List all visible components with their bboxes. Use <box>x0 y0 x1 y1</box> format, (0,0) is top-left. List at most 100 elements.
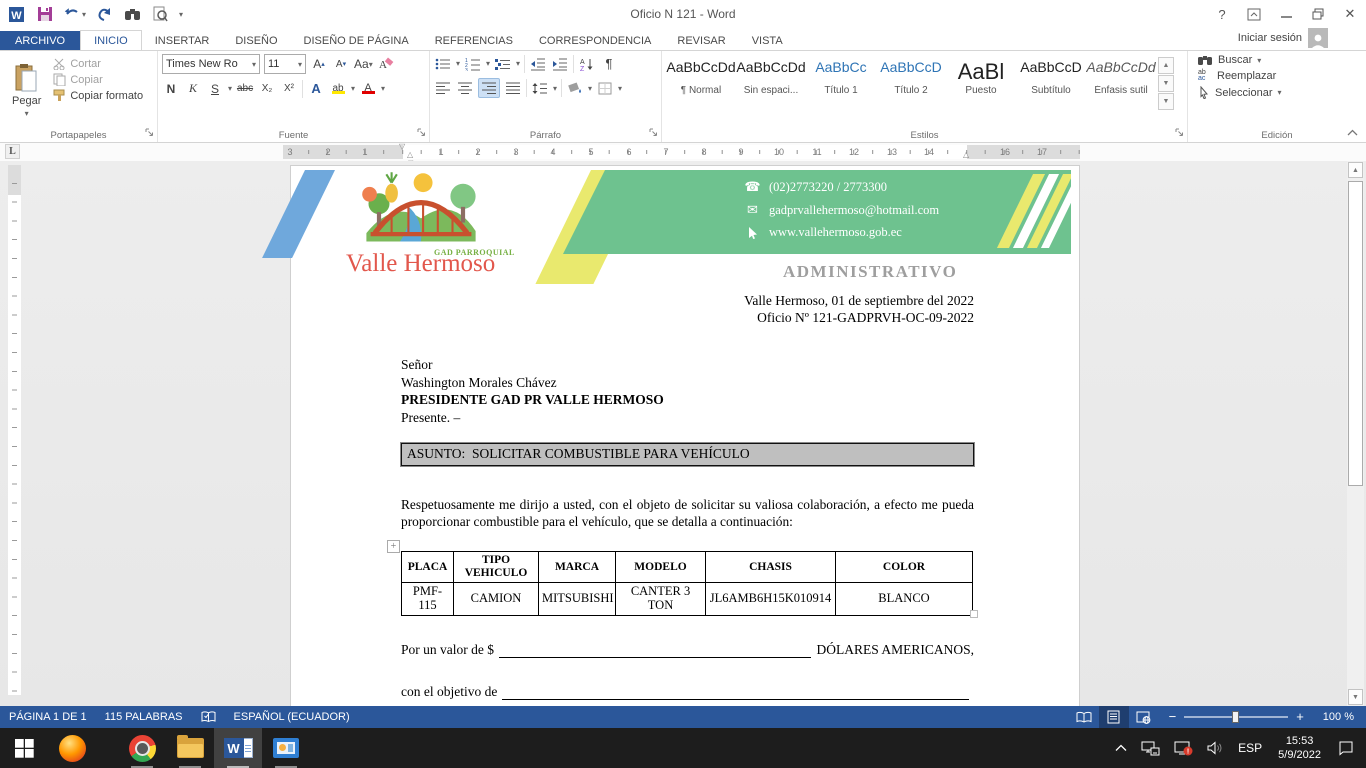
strikethrough-button[interactable]: abc <box>236 79 254 98</box>
text-effects-button[interactable]: A <box>307 79 325 98</box>
style-normal[interactable]: AaBbCcDd¶ Normal <box>666 56 736 127</box>
superscript-button[interactable]: X² <box>280 79 298 98</box>
grow-font-button[interactable]: A▴ <box>310 55 328 74</box>
print-preview-icon[interactable] <box>152 6 168 22</box>
select-button[interactable]: Seleccionar▾ <box>1198 86 1362 99</box>
customize-qat-arrow[interactable]: ▾ <box>179 10 183 19</box>
vertical-ruler[interactable] <box>8 165 21 695</box>
style-subtitulo[interactable]: AaBbCcDSubtítulo <box>1016 56 1086 127</box>
avatar[interactable] <box>1308 28 1328 48</box>
paste-button[interactable]: Pegar ▾ <box>4 54 49 127</box>
clear-formatting-button[interactable]: A <box>377 55 395 74</box>
tab-referencias[interactable]: REFERENCIAS <box>422 31 526 50</box>
underline-dropdown-arrow[interactable]: ▾ <box>228 84 232 93</box>
page-indicator[interactable]: PÁGINA 1 DE 1 <box>0 706 96 728</box>
subscript-button[interactable]: X₂ <box>258 79 276 98</box>
bullets-dropdown-arrow[interactable]: ▾ <box>456 59 460 68</box>
italic-button[interactable]: K <box>184 79 202 98</box>
numbering-dropdown-arrow[interactable]: ▾ <box>486 59 490 68</box>
tab-diseno-de-pagina[interactable]: DISEÑO DE PÁGINA <box>291 31 422 50</box>
undo-button[interactable]: ▾ <box>64 7 86 21</box>
align-center-button[interactable] <box>456 79 474 98</box>
cut-button[interactable]: Cortar <box>53 58 143 70</box>
bold-button[interactable]: N <box>162 79 180 98</box>
taskbar-firefox-icon[interactable] <box>48 728 96 768</box>
first-line-indent-marker[interactable]: ▽ <box>399 143 405 151</box>
scroll-down-arrow[interactable]: ▼ <box>1348 689 1363 705</box>
tray-chevron-icon[interactable] <box>1108 728 1134 768</box>
shading-button[interactable] <box>566 79 584 98</box>
tab-correspondencia[interactable]: CORRESPONDENCIA <box>526 31 664 50</box>
style-titulo-2[interactable]: AaBbCcDTítulo 2 <box>876 56 946 127</box>
borders-dropdown-arrow[interactable]: ▾ <box>618 84 622 93</box>
format-painter-button[interactable]: Copiar formato <box>53 89 143 102</box>
sort-button[interactable]: AZ <box>578 54 596 73</box>
shading-dropdown-arrow[interactable]: ▾ <box>588 84 592 93</box>
redo-button[interactable] <box>97 7 113 22</box>
undo-dropdown-arrow[interactable]: ▾ <box>82 10 86 19</box>
tray-network-icon[interactable] <box>1134 728 1167 768</box>
table-move-handle[interactable]: + <box>387 540 400 553</box>
table-resize-handle[interactable] <box>970 610 978 618</box>
zoom-slider[interactable] <box>1184 716 1288 718</box>
justify-button[interactable] <box>504 79 522 98</box>
tab-diseno[interactable]: DISEÑO <box>222 31 290 50</box>
shrink-font-button[interactable]: A▾ <box>332 55 350 74</box>
help-button[interactable]: ? <box>1206 0 1238 28</box>
scrollbar-thumb[interactable] <box>1348 181 1363 486</box>
minimize-button[interactable] <box>1270 0 1302 28</box>
style-sin-espaciado[interactable]: AaBbCcDdSin espaci... <box>736 56 806 127</box>
tab-inicio[interactable]: INICIO <box>80 30 142 50</box>
styles-scroll-down[interactable]: ▼ <box>1158 75 1174 92</box>
taskbar-chrome-icon[interactable] <box>118 728 166 768</box>
language-indicator[interactable]: ESPAÑOL (ECUADOR) <box>225 706 359 728</box>
tab-revisar[interactable]: REVISAR <box>664 31 738 50</box>
font-color-button[interactable]: A <box>359 79 377 98</box>
increase-indent-button[interactable] <box>551 54 569 73</box>
collapse-ribbon-button[interactable] <box>1347 125 1358 139</box>
highlight-dropdown-arrow[interactable]: ▾ <box>351 84 355 93</box>
tab-selector[interactable]: L <box>5 144 20 159</box>
multilevel-list-button[interactable] <box>494 54 512 73</box>
tray-language[interactable]: ESP <box>1231 728 1269 768</box>
parrafo-dialog-launcher[interactable] <box>649 126 658 140</box>
font-size-combo[interactable]: 11▾ <box>264 54 306 74</box>
font-name-combo[interactable]: Times New Ro▾ <box>162 54 260 74</box>
find-icon[interactable] <box>124 7 141 21</box>
align-left-button[interactable] <box>434 79 452 98</box>
align-right-button[interactable] <box>478 78 500 98</box>
borders-button[interactable] <box>596 79 614 98</box>
tray-clock[interactable]: 15:53 5/9/2022 <box>1269 734 1330 762</box>
font-color-dropdown-arrow[interactable]: ▾ <box>381 84 385 93</box>
action-center-icon[interactable] <box>1330 728 1366 768</box>
find-dropdown-arrow[interactable]: ▾ <box>1257 56 1261 65</box>
decrease-indent-button[interactable] <box>529 54 547 73</box>
tray-volume-icon[interactable] <box>1200 728 1231 768</box>
sign-in[interactable]: Iniciar sesión <box>1238 28 1328 48</box>
paste-dropdown-arrow[interactable]: ▾ <box>25 109 29 118</box>
copy-button[interactable]: Copiar <box>53 73 143 86</box>
vertical-scrollbar[interactable]: ▲ ▼ <box>1347 161 1364 706</box>
line-spacing-dropdown-arrow[interactable]: ▾ <box>553 84 557 93</box>
taskbar-explorer-icon[interactable] <box>166 728 214 768</box>
numbering-button[interactable]: 123 <box>464 54 482 73</box>
bullets-button[interactable] <box>434 54 452 73</box>
web-layout-button[interactable] <box>1129 706 1159 728</box>
style-titulo-1[interactable]: AaBbCcTítulo 1 <box>806 56 876 127</box>
word-count[interactable]: 115 PALABRAS <box>96 706 192 728</box>
taskbar-app-icon[interactable] <box>262 728 310 768</box>
taskbar-word-icon[interactable]: W <box>214 728 262 768</box>
document-page[interactable]: Valle Hermoso GAD PARROQUIAL ☎ (02)27732… <box>290 165 1080 706</box>
highlight-color-button[interactable]: ab <box>329 79 347 98</box>
start-button[interactable] <box>0 728 48 768</box>
print-layout-button[interactable] <box>1099 706 1129 728</box>
replace-button[interactable]: abac Reemplazar <box>1198 70 1362 82</box>
save-icon[interactable] <box>37 6 53 22</box>
styles-more-button[interactable]: ▼ <box>1158 93 1174 110</box>
line-spacing-button[interactable] <box>531 79 549 98</box>
fuente-dialog-launcher[interactable] <box>417 126 426 140</box>
style-puesto[interactable]: AaBlPuesto <box>946 56 1016 127</box>
change-case-button[interactable]: Aa▾ <box>354 55 373 74</box>
tab-archivo[interactable]: ARCHIVO <box>0 31 80 50</box>
styles-scroll-up[interactable]: ▲ <box>1158 57 1174 74</box>
